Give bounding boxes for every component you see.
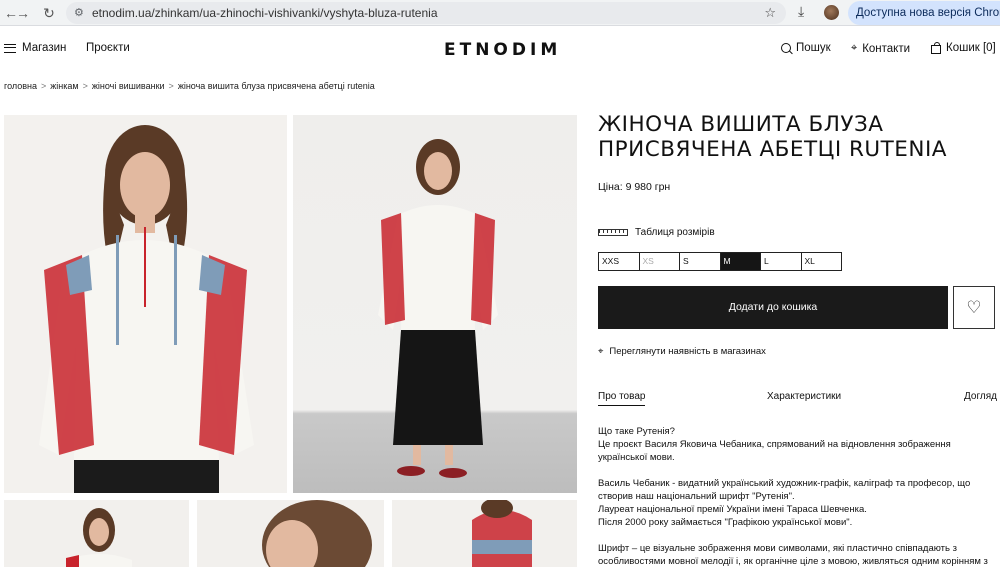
product-thumbnail[interactable] <box>197 500 384 567</box>
breadcrumb-current: жіноча вишита блуза присвячена абетці ru… <box>177 81 375 91</box>
size-table-label: Таблиця розмірів <box>635 227 715 238</box>
add-to-cart-button[interactable]: Додати до кошика <box>598 286 948 329</box>
logo[interactable]: ETNODIM <box>444 40 561 60</box>
star-icon[interactable]: ☆ <box>764 2 776 24</box>
shop-menu-button[interactable]: Магазин <box>4 42 66 54</box>
download-icon[interactable]: ⤓ <box>798 3 804 20</box>
url-text: etnodim.ua/zhinkam/ua-zhinochi-vishivank… <box>92 6 438 20</box>
search-label: Пошук <box>796 42 831 54</box>
breadcrumb-item[interactable]: жіночі вишиванки <box>92 81 165 91</box>
store-availability-label: Переглянути наявність в магазинах <box>609 346 766 357</box>
size-option-m[interactable]: M <box>719 252 761 271</box>
product-title: Жіноча вишита блуза присвячена абетці Ru… <box>598 112 948 162</box>
description-paragraph: Василь Чебаник - видатний український ху… <box>598 478 971 528</box>
size-option-xxs[interactable]: XXS <box>598 252 640 271</box>
breadcrumb: головна > жінкам > жіночі вишиванки > жіноча в… <box>4 81 375 91</box>
site-settings-icon[interactable]: ⚙ <box>74 2 84 24</box>
menu-icon <box>4 43 16 53</box>
contacts-link[interactable]: ⌖ Контакти <box>851 42 910 55</box>
avatar[interactable] <box>824 5 839 20</box>
product-thumbnail[interactable] <box>392 500 577 567</box>
size-table-link[interactable]: Таблиця розмірів <box>598 227 715 238</box>
site-header: Магазин Проєкти ETNODIM Пошук ⌖ Контакти… <box>0 32 1000 68</box>
ruler-icon <box>598 229 628 236</box>
forward-arrow-icon[interactable]: → <box>14 4 32 22</box>
tab-characteristics[interactable]: Характеристики <box>767 391 841 402</box>
chrome-update-button[interactable]: Доступна нова версія Chrome <box>848 1 1000 25</box>
search-icon <box>781 43 791 53</box>
address-bar[interactable]: ⚙ etnodim.ua/zhinkam/ua-zhinochi-vishiva… <box>66 2 786 24</box>
description-paragraph: Шрифт – це візуальне зображення мови сим… <box>598 543 988 567</box>
product-photo-front[interactable] <box>4 115 287 493</box>
location-pin-icon: ⌖ <box>598 346 604 357</box>
projects-link[interactable]: Проєкти <box>86 42 130 54</box>
reload-icon[interactable]: ↻ <box>40 4 58 22</box>
cart-label: Кошик [0] <box>946 42 996 54</box>
description-paragraph: Що таке Рутенія? Це проєкт Василя Якович… <box>598 426 951 463</box>
location-pin-icon: ⌖ <box>851 42 858 54</box>
product-photo-full[interactable] <box>293 115 577 493</box>
heart-icon: ♡ <box>966 297 982 317</box>
size-option-s[interactable]: S <box>679 252 721 271</box>
tab-care[interactable]: Догляд <box>964 391 997 402</box>
breadcrumb-item[interactable]: жінкам <box>50 81 78 91</box>
browser-toolbar: ← → ↻ ⚙ etnodim.ua/zhinkam/ua-zhinochi-v… <box>0 0 1000 26</box>
size-option-xl[interactable]: XL <box>800 252 842 271</box>
search-button[interactable]: Пошук <box>781 42 831 54</box>
contacts-label: Контакти <box>862 42 911 55</box>
tab-about[interactable]: Про товар <box>598 391 646 406</box>
shop-menu-label: Магазин <box>22 42 67 54</box>
size-selector: XXS XS S M L XL <box>598 252 842 271</box>
store-availability-link[interactable]: ⌖ Переглянути наявність в магазинах <box>598 346 766 357</box>
product-thumbnail[interactable] <box>4 500 189 567</box>
product-price: Ціна: 9 980 грн <box>598 181 671 193</box>
size-option-l[interactable]: L <box>760 252 802 271</box>
wishlist-button[interactable]: ♡ <box>953 286 995 329</box>
breadcrumb-item[interactable]: головна <box>4 81 37 91</box>
product-description: Що таке Рутенія? Це проєкт Василя Якович… <box>598 425 995 567</box>
size-option-xs[interactable]: XS <box>638 252 680 271</box>
bag-icon <box>931 41 941 54</box>
cart-link[interactable]: Кошик [0] <box>931 41 996 54</box>
